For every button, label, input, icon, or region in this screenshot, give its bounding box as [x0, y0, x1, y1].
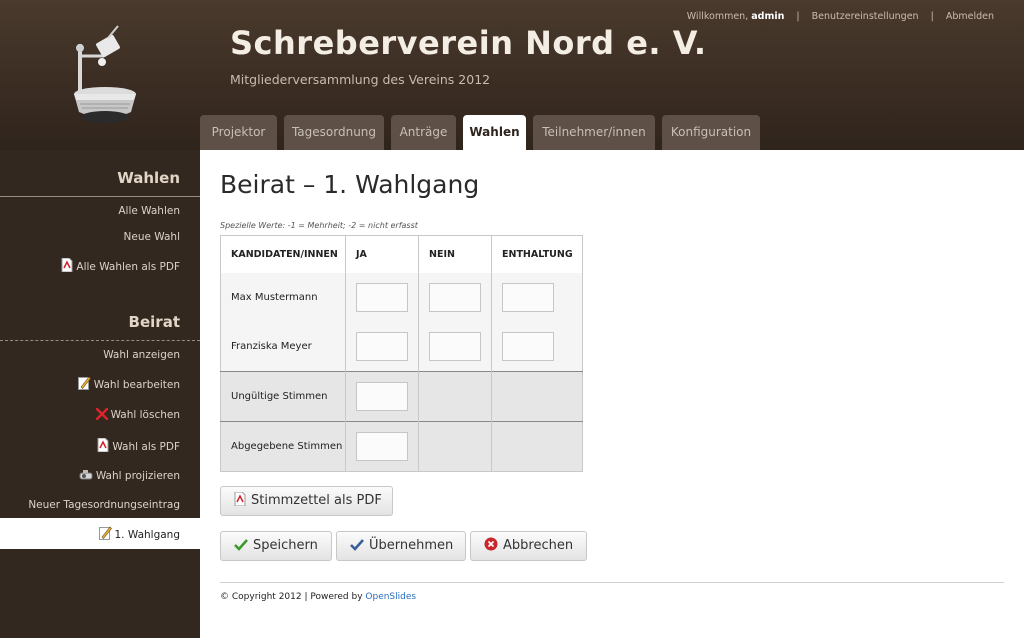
yes-votes-input[interactable]: [356, 332, 408, 362]
username: admin: [751, 11, 785, 22]
column-header-ja: JA: [345, 235, 419, 273]
separator: |: [796, 11, 800, 22]
button-label: Speichern: [253, 538, 318, 553]
sidebar-item-label: Alle Wahlen: [118, 205, 180, 217]
yes-votes-input[interactable]: [356, 283, 408, 312]
special-values-note: Spezielle Werte: -1 = Mehrheit; -2 = nic…: [220, 221, 418, 230]
sidebar-item-label: Wahl anzeigen: [103, 349, 180, 361]
sidebar-section-wahlen: Wahlen: [117, 169, 180, 187]
openslides-link[interactable]: OpenSlides: [365, 592, 416, 602]
footer: © Copyright 2012 | Powered by OpenSlides: [220, 592, 416, 602]
user-nav: Willkommen, admin | Benutzereinstellunge…: [687, 11, 994, 22]
settings-link[interactable]: Benutzereinstellungen: [812, 11, 919, 22]
ballot-pdf-button[interactable]: Stimmzettel als PDF: [220, 486, 393, 516]
empty-cell: [418, 371, 492, 422]
sidebar-item-1-wahlgang[interactable]: 1. Wahlgang: [98, 526, 181, 543]
empty-cell: [491, 421, 583, 472]
welcome-text: Willkommen,: [686, 11, 752, 22]
cancel-button[interactable]: Abbrechen: [470, 531, 587, 561]
check-icon: [350, 534, 364, 562]
site-title: Schreberverein Nord e. V.: [230, 24, 707, 62]
cast-votes-label: Abgegebene Stimmen: [220, 421, 346, 472]
cancel-icon: [484, 534, 498, 562]
table-header-row: KANDIDATEN/INNEN JA NEIN ENTHALTUNG: [220, 235, 583, 273]
header: Schreberverein Nord e. V. Mitgliedervers…: [0, 0, 1024, 150]
button-label: Übernehmen: [369, 538, 454, 553]
edit-icon: [77, 376, 91, 393]
no-votes-input[interactable]: [429, 283, 481, 312]
empty-cell: [418, 421, 492, 472]
save-button[interactable]: Speichern: [220, 531, 332, 561]
site-subtitle: Mitgliederversammlung des Vereins 2012: [230, 72, 491, 87]
sidebar-divider: [0, 196, 200, 197]
tab-wahlen[interactable]: Wahlen: [463, 115, 526, 150]
sidebar-item-wahl-projizieren[interactable]: Wahl projizieren: [79, 469, 180, 484]
sidebar-item-wahl-pdf[interactable]: Wahl als PDF: [97, 437, 180, 455]
sidebar-item-wahl-bearbeiten[interactable]: Wahl bearbeiten: [77, 376, 180, 393]
sidebar-item-label: 1. Wahlgang: [114, 529, 181, 541]
invalid-votes-input[interactable]: [356, 382, 408, 411]
tab-tagesordnung[interactable]: Tagesordnung: [284, 115, 384, 150]
sidebar-item-neuer-tagesordnungseintrag[interactable]: Neuer Tagesordnungseintrag: [28, 499, 180, 511]
column-header-nein: NEIN: [418, 235, 492, 273]
page-title: Beirat – 1. Wahlgang: [220, 170, 480, 199]
column-header-candidates: KANDIDATEN/INNEN: [220, 235, 346, 273]
candidate-name: Max Mustermann: [220, 272, 346, 323]
tab-projektor[interactable]: Projektor: [200, 115, 277, 150]
sidebar-item-label: Wahl als PDF: [112, 441, 180, 453]
sidebar: Wahlen Alle Wahlen Neue Wahl Alle Wahlen…: [0, 150, 200, 638]
sidebar-divider: [0, 340, 200, 341]
pdf-icon: [234, 489, 246, 517]
copyright-text: © Copyright 2012 | Powered by: [220, 592, 366, 602]
table-row: Abgegebene Stimmen: [220, 421, 583, 472]
table-row: Max Mustermann: [220, 272, 583, 323]
column-header-enthaltung: ENTHALTUNG: [491, 235, 583, 273]
sidebar-item-label: Wahl projizieren: [95, 470, 180, 482]
logout-link[interactable]: Abmelden: [946, 11, 994, 22]
table-row: Ungültige Stimmen: [220, 371, 583, 422]
sidebar-item-alle-wahlen[interactable]: Alle Wahlen: [118, 205, 180, 217]
sidebar-section-beirat: Beirat: [128, 313, 180, 331]
sidebar-item-label: Neuer Tagesordnungseintrag: [28, 499, 180, 511]
sidebar-item-neue-wahl[interactable]: Neue Wahl: [124, 231, 180, 243]
tab-konfiguration[interactable]: Konfiguration: [662, 115, 760, 150]
sidebar-item-wahl-loeschen[interactable]: Wahl löschen: [95, 407, 180, 423]
projector-icon: [79, 469, 93, 484]
invalid-votes-label: Ungültige Stimmen: [220, 371, 346, 422]
table-row: Franziska Meyer: [220, 322, 583, 372]
sidebar-item-alle-wahlen-pdf[interactable]: Alle Wahlen als PDF: [61, 257, 180, 275]
delete-icon: [95, 407, 108, 423]
candidate-name: Franziska Meyer: [220, 322, 346, 372]
tab-teilnehmer[interactable]: Teilnehmer/innen: [533, 115, 655, 150]
button-label: Stimmzettel als PDF: [251, 493, 382, 508]
check-icon: [234, 534, 248, 562]
logo-overhead-projector-icon: [62, 24, 152, 132]
pdf-icon: [97, 437, 109, 455]
separator: |: [930, 11, 934, 22]
abstain-votes-input[interactable]: [502, 332, 554, 362]
empty-cell: [491, 371, 583, 422]
sidebar-item-label: Neue Wahl: [123, 231, 180, 243]
apply-button[interactable]: Übernehmen: [336, 531, 466, 561]
button-label: Abbrechen: [503, 538, 574, 553]
edit-icon: [98, 526, 112, 543]
cast-votes-input[interactable]: [356, 432, 408, 461]
sidebar-item-label: Wahl bearbeiten: [93, 379, 180, 391]
footer-divider: [220, 582, 1004, 583]
sidebar-item-label: Alle Wahlen als PDF: [76, 261, 180, 273]
main-content: Beirat – 1. Wahlgang Spezielle Werte: -1…: [200, 150, 1024, 638]
abstain-votes-input[interactable]: [502, 283, 554, 312]
pdf-icon: [61, 257, 73, 275]
no-votes-input[interactable]: [429, 332, 481, 362]
sidebar-item-wahl-anzeigen[interactable]: Wahl anzeigen: [103, 349, 180, 361]
tab-antraege[interactable]: Anträge: [391, 115, 456, 150]
sidebar-item-label: Wahl löschen: [110, 409, 180, 421]
votes-table: KANDIDATEN/INNEN JA NEIN ENTHALTUNG Max …: [220, 235, 583, 472]
